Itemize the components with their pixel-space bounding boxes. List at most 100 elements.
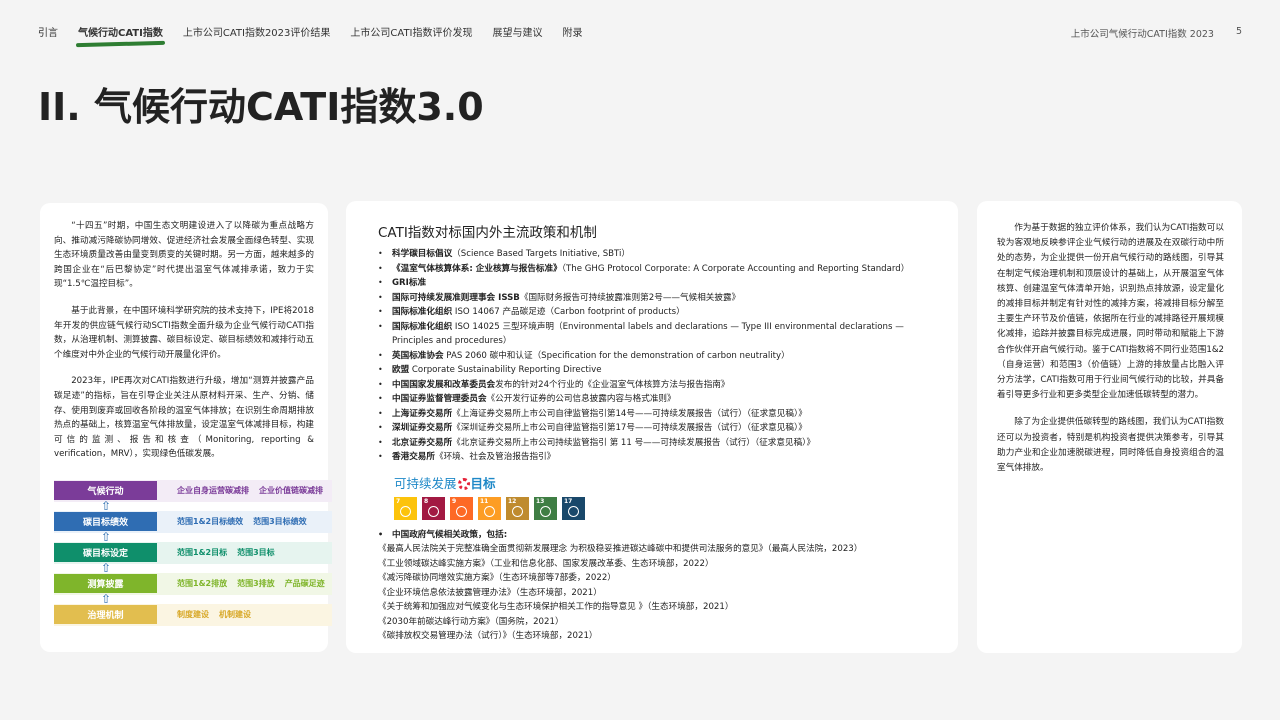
policy-item: 上海证券交易所《上海证券交易所上市公司自律监管指引第14号——可持续发展报告（试… [378,407,934,422]
policy-source: 中国国家发展和改革委员会 [392,379,496,390]
policy-detail: 《环境、社会及管治报告指引》 [434,452,556,462]
sdg-goal-number: 17 [564,497,573,505]
policy-detail: ISO 14025 三型环境声明（Environmental labels an… [392,321,904,347]
policy-detail: 《公开发行证券的公司信息披露内容与格式准则》 [486,394,676,404]
policy-detail: 《上海证券交易所上市公司自律监管指引第14号——可持续发展报告（试行）（征求意见… [452,408,807,419]
nav-item-results[interactable]: 上市公司CATI指数2023评价结果 [183,24,331,39]
framework-desc-item: 企业价值链碳减排 [259,486,323,496]
nav-item-findings[interactable]: 上市公司CATI指数评价发现 [350,24,472,39]
sdg-goal-icon: 13 [534,496,557,520]
policy-item: 国际标准化组织 ISO 14025 三型环境声明（Environmental l… [378,320,934,349]
report-title: 上市公司气候行动CATI指数 2023 [1070,29,1214,40]
framework-row: 治理机制 制度建设 机制建设 [54,603,332,626]
sdg-goal-icon: 17 [562,496,585,520]
policy-detail: 发布的针对24个行业的《企业温室气体核算方法与报告指南》 [495,379,730,390]
policy-card: CATI指数对标国内外主流政策和机制 科学碳目标倡议（Science Based… [346,201,958,653]
gov-policy-heading-list: 中国政府气候相关政策，包括: [378,528,934,543]
policy-item: 英国标准协会 PAS 2060 碳中和认证（Specification for … [378,349,934,364]
gov-policy-list: 《最高人民法院关于完整准确全面贯彻新发展理念 为积极稳妥推进碳达峰碳中和提供司法… [378,542,934,644]
page-number: 5 [1235,26,1242,37]
sdg-goal-glyph [540,505,551,517]
sdg-goal-glyph [568,505,579,517]
header-meta: 上市公司气候行动CATI指数 2023 5 [1071,26,1242,40]
sdg-goal-number: 8 [424,497,429,505]
sdg-goal-number: 12 [508,497,517,505]
policy-item: 《温室气体核算体系: 企业核算与报告标准》（The GHG Protocol C… [378,262,934,277]
framework-level-desc: 范围1&2目标 范围3目标 [177,547,275,558]
framework-desc-item: 范围3排放 [237,579,275,589]
page-title: II. 气候行动CATI指数3.0 [38,85,484,129]
policy-detail: 《北京证券交易所上市公司持续监管指引 第 11 号——可持续发展报告（试行）（征… [452,437,816,448]
policy-source: 科学碳目标倡议 [392,249,453,259]
gov-policy-item: 《2030年前碳达峰行动方案》（国务院，2021） [378,616,564,627]
policy-item: 深圳证券交易所《深圳证券交易所上市公司自律监管指引第17号——可持续发展报告（试… [378,421,934,436]
policy-item: GRI标准 [378,276,934,291]
sdg-title-part: 目标 [470,475,496,491]
sdg-goal-icon: 7 [394,496,417,520]
framework-level-label: 测算披露 [54,574,157,594]
sdg-title-part: 可持续发展 [394,475,457,491]
intro-card: “十四五”时期，中国生态文明建设进入了以降碳为重点战略方向、推动减污降碳协同增效… [40,203,332,652]
policy-item: 中国国家发展和改革委员会发布的针对24个行业的《企业温室气体核算方法与报告指南》 [378,378,934,393]
intro-paragraph: “十四五”时期，中国生态文明建设进入了以降碳为重点战略方向、推动减污降碳协同增效… [54,221,314,290]
gov-policy-item: 《关于统筹和加强应对气候变化与生态环境保护相关工作的指导意见 》（生态环境部，2… [378,602,734,612]
gov-policy-item: 《企业环境信息依法披露管理办法》（生态环境部，2021） [378,587,602,598]
policy-source: 国际可持续发展准则理事会 ISSB [392,292,520,303]
policy-item: 北京证券交易所《北京证券交易所上市公司持续监管指引 第 11 号——可持续发展报… [378,436,934,451]
policy-detail: 《国际财务报告可持续披露准则第2号——气候相关披露》 [519,292,741,303]
policy-detail: PAS 2060 碳中和认证（Specification for the dem… [443,350,790,361]
framework-level-desc: 企业自身运营碳减排 企业价值链碳减排 [177,485,323,496]
gov-policy-heading: 中国政府气候相关政策，包括: [378,528,934,543]
up-arrow-icon: ⇧ [100,560,112,575]
policy-item: 香港交易所《环境、社会及管治报告指引》 [378,450,934,465]
policy-item: 国际标准化组织 ISO 14067 产品碳足迹（Carbon footprint… [378,305,934,320]
top-nav: 引言 气候行动CATI指数 上市公司CATI指数2023评价结果 上市公司CAT… [38,24,603,39]
framework-desc-item: 范围3目标绩效 [253,517,307,527]
policy-item: 国际可持续发展准则理事会 ISSB《国际财务报告可持续披露准则第2号——气候相关… [378,291,934,306]
policy-item: 中国证券监督管理委员会《公开发行证券的公司信息披露内容与格式准则》 [378,392,934,407]
cati-framework-diagram: 气候行动 企业自身运营碳减排 企业价值链碳减排 ⇧ 碳目标绩效 范围1&2目标绩效 范围3目… [54,479,332,626]
sdg-goal-glyph [484,505,495,517]
framework-desc-item: 范围1&2目标绩效 [177,517,244,527]
policy-source: GRI标准 [392,278,427,288]
nav-item-intro[interactable]: 引言 [38,24,58,39]
nav-item-outlook[interactable]: 展望与建议 [493,24,543,39]
framework-level-label: 碳目标设定 [54,543,157,563]
sdg-goal-icon: 9 [450,496,473,520]
sdg-goal-number: 7 [396,497,401,505]
policy-detail: Corporate Sustainability Reporting Direc… [409,365,602,375]
framework-row: 气候行动 企业自身运营碳减排 企业价值链碳减排 [54,479,332,502]
sdg-goal-icon: 12 [506,496,529,520]
summary-paragraph: 除了为企业提供低碳转型的路线图，我们认为CATI指数还可以为投资者，特别是机构投… [997,417,1224,474]
sdg-goal-glyph [512,505,523,517]
nav-item-appendix[interactable]: 附录 [563,24,583,39]
framework-level-label: 气候行动 [54,481,157,501]
intro-paragraph: 2023年，IPE再次对CATI指数进行升级，增加“测算并披露产品碳足迹”的指标… [54,376,314,460]
sdg-goal-number: 11 [480,497,489,505]
sdg-goal-icon: 11 [478,496,501,520]
policy-source: 上海证券交易所 [392,408,453,419]
sdg-goal-number: 13 [536,497,545,505]
sdg-goal-number: 9 [452,497,457,505]
framework-row: 测算披露 范围1&2排放 范围3排放 产品碳足迹 [54,572,332,595]
framework-level-desc: 范围1&2目标绩效 范围3目标绩效 [177,516,307,527]
sdg-goal-glyph [428,505,439,517]
policy-list: 科学碳目标倡议（Science Based Targets Initiative… [378,247,934,465]
framework-level-label: 碳目标绩效 [54,512,157,532]
policy-detail: （The GHG Protocol Corporate: A Corporate… [561,263,910,274]
policy-item: 欧盟 Corporate Sustainability Reporting Di… [378,363,934,378]
policy-source: 欧盟 [392,365,410,375]
sdg-icons: 7 8 9 11 12 13 17 [394,496,934,520]
up-arrow-icon: ⇧ [100,591,112,606]
framework-desc-item: 产品碳足迹 [284,579,325,589]
nav-item-cati-index[interactable]: 气候行动CATI指数 [78,24,163,39]
gov-policy-item: 《减污降碳协同增效实施方案》（生态环境部等7部委，2022） [378,573,616,583]
policy-source: 英国标准协会 [392,350,444,361]
framework-level-desc: 制度建设 机制建设 [177,609,251,620]
intro-paragraph: 基于此背景，在中国环境科学研究院的技术支持下，IPE将2018年开发的供应链气候… [54,305,314,360]
framework-level-desc: 范围1&2排放 范围3排放 产品碳足迹 [177,578,325,589]
policy-detail: ISO 14067 产品碳足迹（Carbon footprint of prod… [452,307,685,317]
sdg-title: 可持续发展 目标 [394,473,934,492]
framework-row: 碳目标设定 范围1&2目标 范围3目标 [54,541,332,564]
sdg-goal-icon: 8 [422,496,445,520]
